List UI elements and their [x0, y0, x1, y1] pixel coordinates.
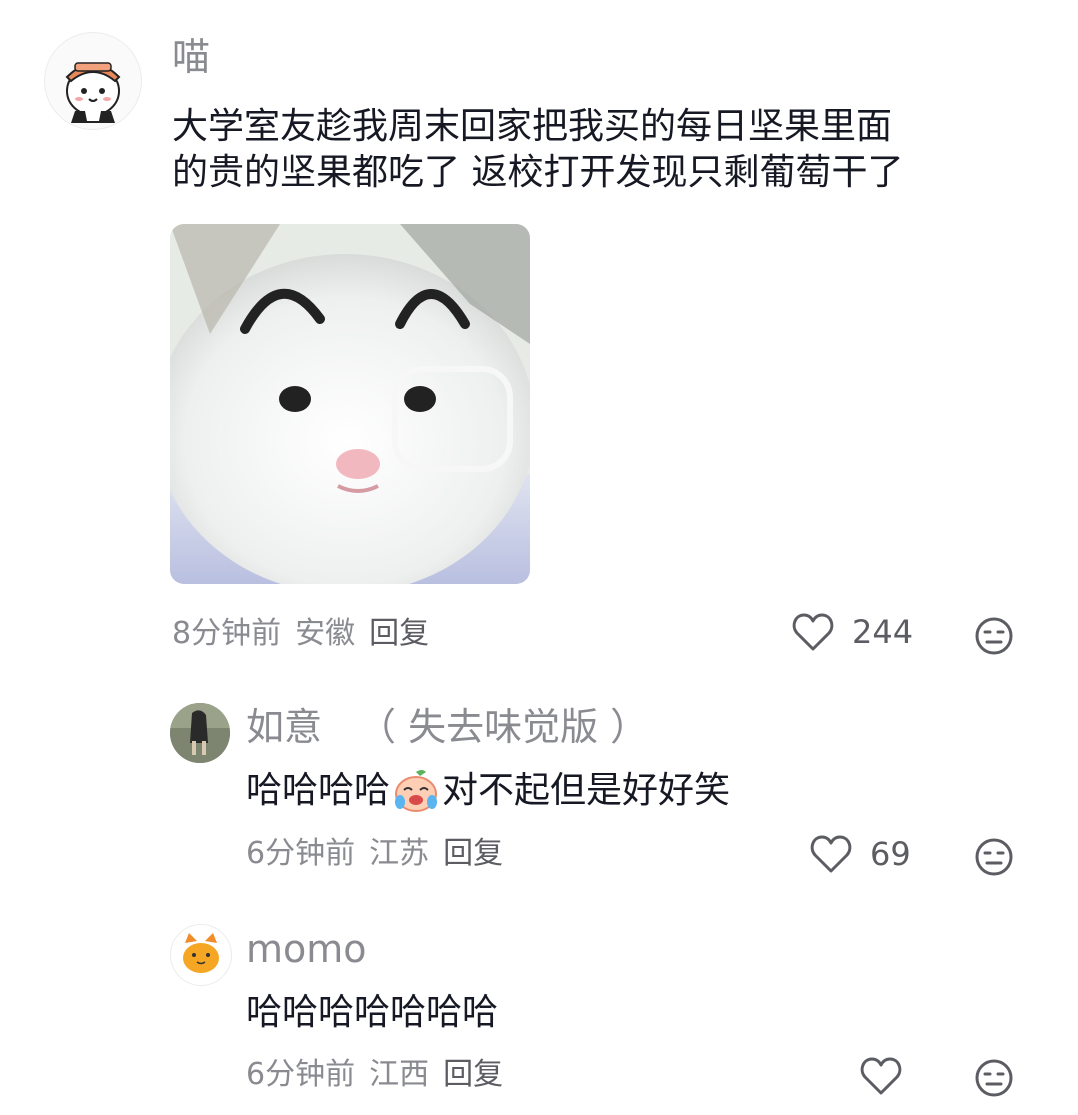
comment-meta: 8分钟前 安徽 回复	[172, 614, 443, 654]
reply-button[interactable]: 回复	[443, 836, 503, 871]
cat-with-glasses-image	[170, 224, 530, 584]
cat-maid-avatar-icon	[65, 62, 121, 123]
username[interactable]: 如意 （ 失去味觉版 ）	[246, 704, 648, 750]
dislike-face-icon	[975, 1059, 1013, 1097]
comment-meta: 6分钟前 江苏 回复	[246, 834, 517, 874]
comment-location: 安徽	[295, 616, 356, 651]
heart-outline-icon	[860, 1057, 902, 1095]
dislike-face-icon	[975, 838, 1013, 876]
comment-time: 6分钟前	[246, 836, 356, 871]
reply-button[interactable]: 回复	[443, 1057, 503, 1092]
comment-text-before: 哈哈哈哈	[246, 770, 391, 811]
crying-laughing-peach-emoji	[395, 770, 438, 812]
username[interactable]: momo	[246, 926, 367, 972]
dislike-face-icon	[975, 617, 1013, 655]
comment-time: 6分钟前	[246, 1057, 356, 1092]
username-suffix: （ 失去味觉版 ）	[358, 705, 649, 749]
comment-meta: 6分钟前 江西 回复	[246, 1055, 517, 1095]
username[interactable]: 喵	[172, 34, 210, 80]
heart-outline-icon	[792, 613, 834, 651]
comment-location: 江苏	[369, 836, 430, 871]
dislike-button[interactable]	[974, 616, 1014, 656]
comment-location: 江西	[369, 1057, 430, 1092]
reply-button[interactable]: 回复	[369, 616, 429, 651]
comment-image[interactable]	[170, 224, 530, 584]
comment-text: 哈哈哈哈哈哈哈	[246, 992, 499, 1033]
like-count: 69	[870, 835, 911, 873]
comment-text-after: 对不起但是好好笑	[442, 770, 731, 811]
comment-text-line: 大学室友趁我周末回家把我买的每日坚果里面	[172, 106, 893, 147]
comment-text: 大学室友趁我周末回家把我买的每日坚果里面 的贵的坚果都吃了 返校打开发现只剩葡萄…	[172, 104, 1052, 196]
heart-outline-icon	[810, 835, 852, 873]
avatar[interactable]	[170, 924, 232, 986]
dislike-button[interactable]	[974, 1058, 1014, 1098]
comment-text-line: 的贵的坚果都吃了 返校打开发现只剩葡萄干了	[172, 152, 904, 193]
like-count: 244	[852, 613, 914, 651]
like-button[interactable]: 244	[792, 612, 913, 652]
avatar[interactable]	[44, 32, 142, 130]
cat-emoji-avatar-icon	[183, 933, 219, 973]
dislike-button[interactable]	[974, 837, 1014, 877]
comment-time: 8分钟前	[172, 616, 282, 651]
comment-text: 哈哈哈哈 对不起但是好好笑	[246, 768, 730, 814]
like-button[interactable]	[860, 1056, 920, 1096]
avatar[interactable]	[170, 703, 230, 763]
person-photo-avatar-icon	[170, 703, 230, 763]
username-name: 如意	[246, 705, 323, 749]
like-button[interactable]: 69	[810, 834, 911, 874]
